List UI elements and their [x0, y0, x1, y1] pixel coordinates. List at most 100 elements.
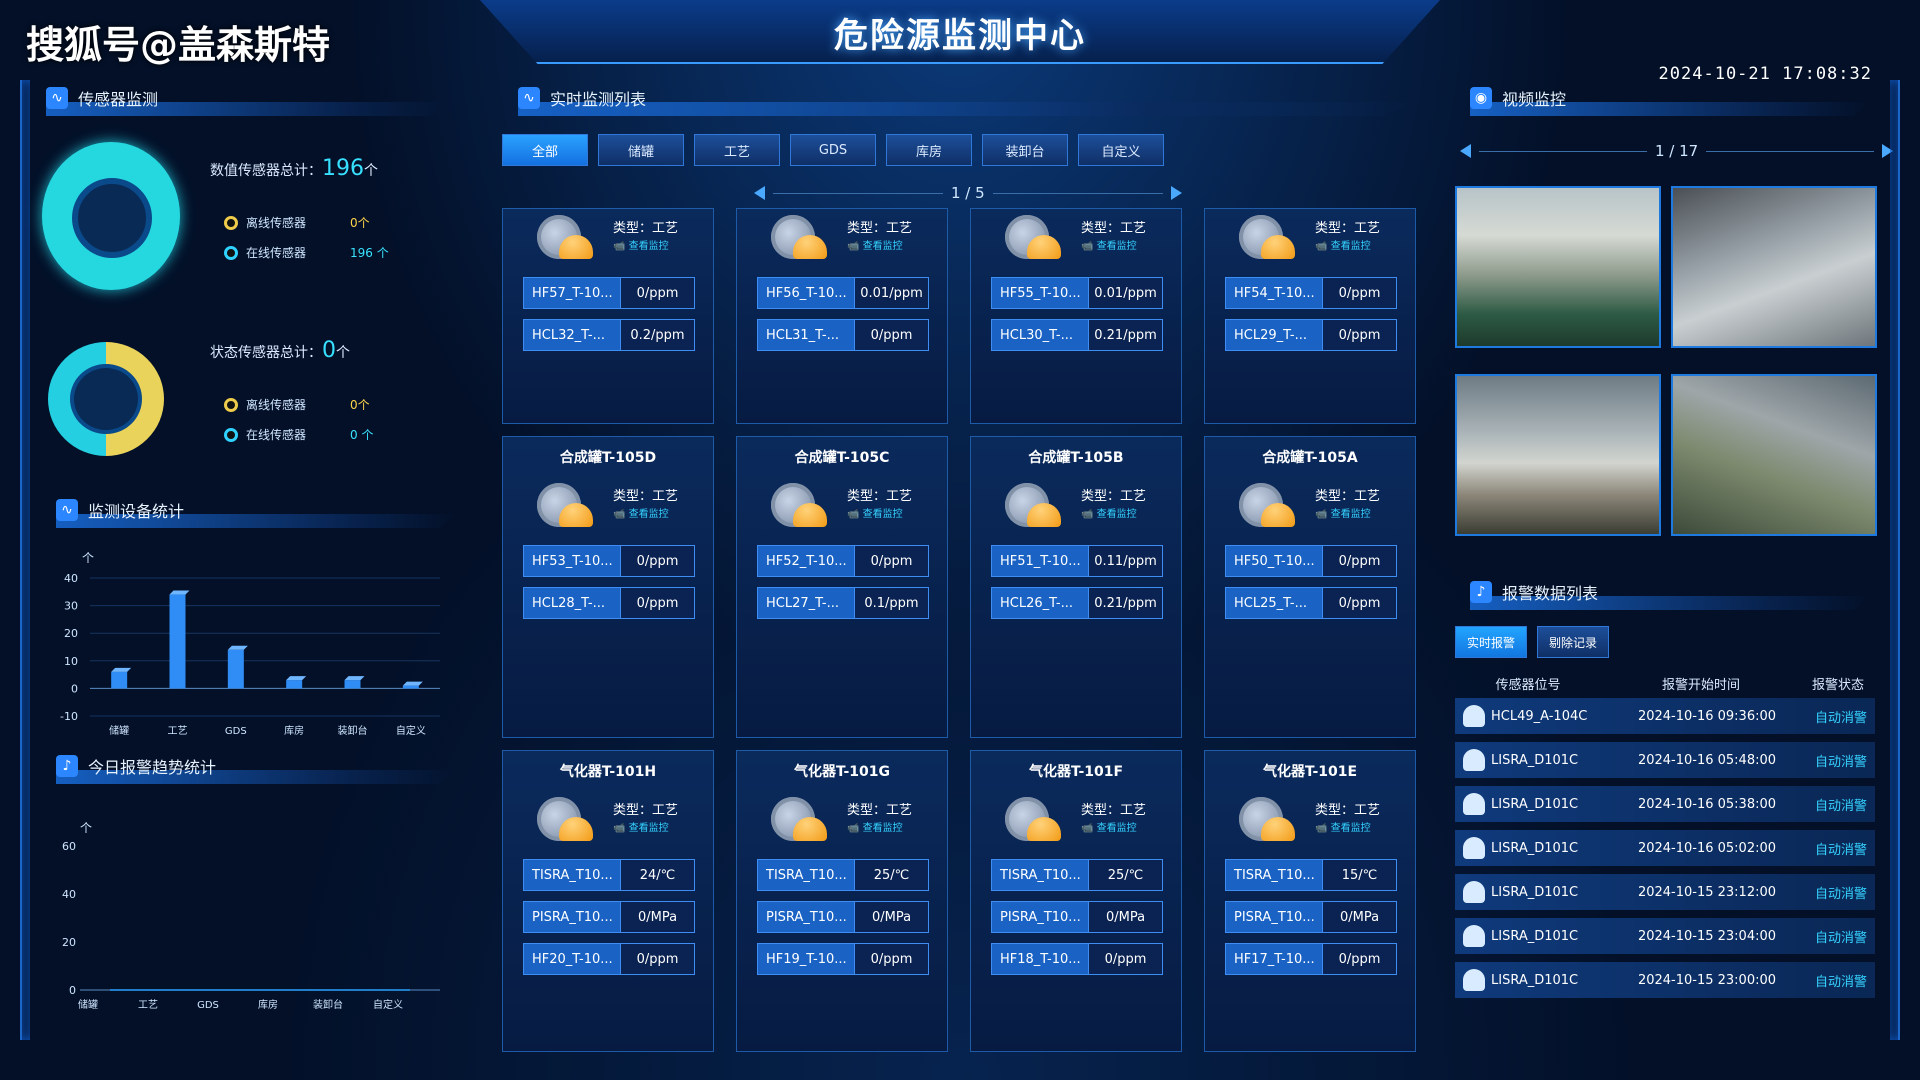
alarm-row[interactable]: LISRA_D101C 2024-10-16 05:48:00 自动消警 [1455, 742, 1875, 778]
sensor-reading-row[interactable]: HCL27_T-... 0.1/ppm [757, 587, 929, 619]
status-offline-legend: 离线传感器 0个 [224, 396, 370, 413]
prev-page-icon[interactable] [754, 186, 765, 200]
sensor-reading-row[interactable]: HCL29_T-... 0/ppm [1225, 319, 1397, 351]
sensor-reading-row[interactable]: HCL31_T-... 0/ppm [757, 319, 929, 351]
realtime-title: ∿ 实时监测列表 [518, 80, 1418, 116]
sensor-reading-row[interactable]: TISRA_T10... 24/℃ [523, 859, 695, 891]
alarm-tag: LISRA_D101C [1491, 796, 1579, 812]
monitor-card[interactable]: 类型：工艺 📹 查看监控 HF54_T-10... 0/ppm HCL29_T-... 0… [1204, 208, 1416, 424]
tab-gds[interactable]: GDS [790, 134, 876, 166]
prev-video-icon[interactable] [1460, 144, 1471, 158]
sensor-reading-row[interactable]: PISRA_T10... 0/MPa [991, 901, 1163, 933]
sensor-reading-row[interactable]: HCL25_T-... 0/ppm [1225, 587, 1397, 619]
sensor-reading-row[interactable]: HF20_T-10... 0/ppm [523, 943, 695, 975]
monitor-card[interactable]: 气化器T-101G 类型：工艺 📹 查看监控 TISRA_T10... 25/℃ PISR… [736, 750, 948, 1052]
view-monitor-link[interactable]: 📹 查看监控 [847, 505, 903, 520]
tab-custom[interactable]: 自定义 [1078, 134, 1164, 166]
realtime-pager: 1 / 5 [754, 184, 1182, 202]
sensor-reading-row[interactable]: HCL26_T-... 0.21/ppm [991, 587, 1163, 619]
view-monitor-link[interactable]: 📹 查看监控 [847, 237, 903, 252]
view-monitor-link[interactable]: 📹 查看监控 [847, 819, 903, 834]
sensor-value: 0/ppm [1089, 943, 1163, 975]
sensor-reading-row[interactable]: HF54_T-10... 0/ppm [1225, 277, 1397, 309]
alarm-row[interactable]: LISRA_D101C 2024-10-15 23:12:00 自动消警 [1455, 874, 1875, 910]
sensor-reading-row[interactable]: HF53_T-10... 0/ppm [523, 545, 695, 577]
sensor-name: HF51_T-10... [991, 545, 1089, 577]
alarm-tag: HCL49_A-104C [1491, 708, 1588, 724]
sensor-value: 0/MPa [621, 901, 695, 933]
alarm-row[interactable]: LISRA_D101C 2024-10-15 23:00:00 自动消警 [1455, 962, 1875, 998]
sensor-name: PISRA_T10... [523, 901, 621, 933]
sensor-reading-row[interactable]: HF19_T-10... 0/ppm [757, 943, 929, 975]
alarm-row[interactable]: LISRA_D101C 2024-10-16 05:38:00 自动消警 [1455, 786, 1875, 822]
sensor-reading-row[interactable]: HCL28_T-... 0/ppm [523, 587, 695, 619]
sensor-reading-row[interactable]: HF55_T-10... 0.01/ppm [991, 277, 1163, 309]
view-monitor-link[interactable]: 📹 查看监控 [613, 237, 669, 252]
monitor-card[interactable]: 合成罐T-105C 类型：工艺 📹 查看监控 HF52_T-10... 0/ppm HCL… [736, 436, 948, 738]
tab-process[interactable]: 工艺 [694, 134, 780, 166]
sensor-reading-row[interactable]: TISRA_T10... 25/℃ [991, 859, 1163, 891]
alarm-bell-icon [1463, 793, 1485, 815]
sensor-reading-row[interactable]: HF50_T-10... 0/ppm [1225, 545, 1397, 577]
view-monitor-link[interactable]: 📹 查看监控 [613, 505, 669, 520]
view-monitor-link[interactable]: 📹 查看监控 [1081, 505, 1137, 520]
tab-warehouse[interactable]: 库房 [886, 134, 972, 166]
view-monitor-link[interactable]: 📹 查看监控 [1081, 819, 1137, 834]
sensor-reading-row[interactable]: HF52_T-10... 0/ppm [757, 545, 929, 577]
alarm-row[interactable]: HCL49_A-104C 2024-10-16 09:36:00 自动消警 [1455, 698, 1875, 734]
sensor-section-title: ∿ 传感器监测 [46, 80, 446, 116]
monitor-card[interactable]: 合成罐T-105B 类型：工艺 📹 查看监控 HF51_T-10... 0.11/ppm… [970, 436, 1182, 738]
view-monitor-link[interactable]: 📹 查看监控 [1315, 237, 1371, 252]
sensor-reading-row[interactable]: HF18_T-10... 0/ppm [991, 943, 1163, 975]
sensor-reading-row[interactable]: TISRA_T10... 15/℃ [1225, 859, 1397, 891]
sensor-reading-row[interactable]: HCL32_T-... 0.2/ppm [523, 319, 695, 351]
y-unit-label: 个 [80, 821, 92, 835]
sensor-reading-row[interactable]: HF17_T-10... 0/ppm [1225, 943, 1397, 975]
tab-loading[interactable]: 装卸台 [982, 134, 1068, 166]
sensor-reading-row[interactable]: PISRA_T10... 0/MPa [523, 901, 695, 933]
sensor-reading-row[interactable]: HF57_T-10... 0/ppm [523, 277, 695, 309]
card-header: 类型：工艺 📹 查看监控 [971, 477, 1181, 545]
view-monitor-link[interactable]: 📹 查看监控 [1315, 505, 1371, 520]
sensor-value: 25/℃ [855, 859, 929, 891]
view-monitor-link[interactable]: 📹 查看监控 [1081, 237, 1137, 252]
monitor-card[interactable]: 类型：工艺 📹 查看监控 HF57_T-10... 0/ppm HCL32_T-... 0… [502, 208, 714, 424]
device-stats-title: ∿ 监测设备统计 [56, 492, 456, 528]
monitor-card[interactable]: 气化器T-101H 类型：工艺 📹 查看监控 TISRA_T10... 24/℃ PISR… [502, 750, 714, 1052]
sensor-reading-row[interactable]: PISRA_T10... 0/MPa [757, 901, 929, 933]
monitor-card[interactable]: 类型：工艺 📹 查看监控 HF56_T-10... 0.01/ppm HCL31_T-.… [736, 208, 948, 424]
monitor-card[interactable]: 合成罐T-105A 类型：工艺 📹 查看监控 HF50_T-10... 0/ppm HCL… [1204, 436, 1416, 738]
view-monitor-link[interactable]: 📹 查看监控 [613, 819, 669, 834]
x-tick-label: GDS [197, 1000, 219, 1011]
tab-removed-records[interactable]: 剔除记录 [1537, 626, 1609, 658]
monitor-card[interactable]: 合成罐T-105D 类型：工艺 📹 查看监控 HF53_T-10... 0/ppm HCL… [502, 436, 714, 738]
video-feed-3[interactable] [1455, 374, 1661, 536]
online-dot-icon [224, 245, 238, 260]
sensor-name: TISRA_T10... [757, 859, 855, 891]
video-feed-2[interactable] [1671, 186, 1877, 348]
bar-储罐 [111, 671, 128, 689]
monitor-card[interactable]: 气化器T-101F 类型：工艺 📹 查看监控 TISRA_T10... 25/℃ PISR… [970, 750, 1182, 1052]
tab-realtime-alarm[interactable]: 实时报警 [1455, 626, 1527, 658]
sensor-name: TISRA_T10... [1225, 859, 1323, 891]
y-tick-label: 0 [69, 984, 76, 997]
sensor-reading-row[interactable]: HF56_T-10... 0.01/ppm [757, 277, 929, 309]
tab-all[interactable]: 全部 [502, 134, 588, 166]
video-feed-4[interactable] [1671, 374, 1877, 536]
y-tick-label: 20 [62, 936, 76, 949]
view-monitor-link[interactable]: 📹 查看监控 [1315, 819, 1371, 834]
sensor-reading-row[interactable]: HF51_T-10... 0.11/ppm [991, 545, 1163, 577]
sensor-reading-row[interactable]: TISRA_T10... 25/℃ [757, 859, 929, 891]
sensor-value: 0/MPa [1089, 901, 1163, 933]
alarm-row[interactable]: LISRA_D101C 2024-10-15 23:04:00 自动消警 [1455, 918, 1875, 954]
video-feed-1[interactable] [1455, 186, 1661, 348]
sensor-reading-row[interactable]: HCL30_T-... 0.21/ppm [991, 319, 1163, 351]
next-page-icon[interactable] [1170, 186, 1182, 200]
helmet-icon [559, 235, 593, 259]
monitor-card[interactable]: 气化器T-101E 类型：工艺 📹 查看监控 TISRA_T10... 15/℃ PISR… [1204, 750, 1416, 1052]
sensor-reading-row[interactable]: PISRA_T10... 0/MPa [1225, 901, 1397, 933]
monitor-card[interactable]: 类型：工艺 📹 查看监控 HF55_T-10... 0.01/ppm HCL30_T-.… [970, 208, 1182, 424]
tab-tank[interactable]: 储罐 [598, 134, 684, 166]
sensor-value: 0/ppm [855, 545, 929, 577]
alarm-row[interactable]: LISRA_D101C 2024-10-16 05:02:00 自动消警 [1455, 830, 1875, 866]
